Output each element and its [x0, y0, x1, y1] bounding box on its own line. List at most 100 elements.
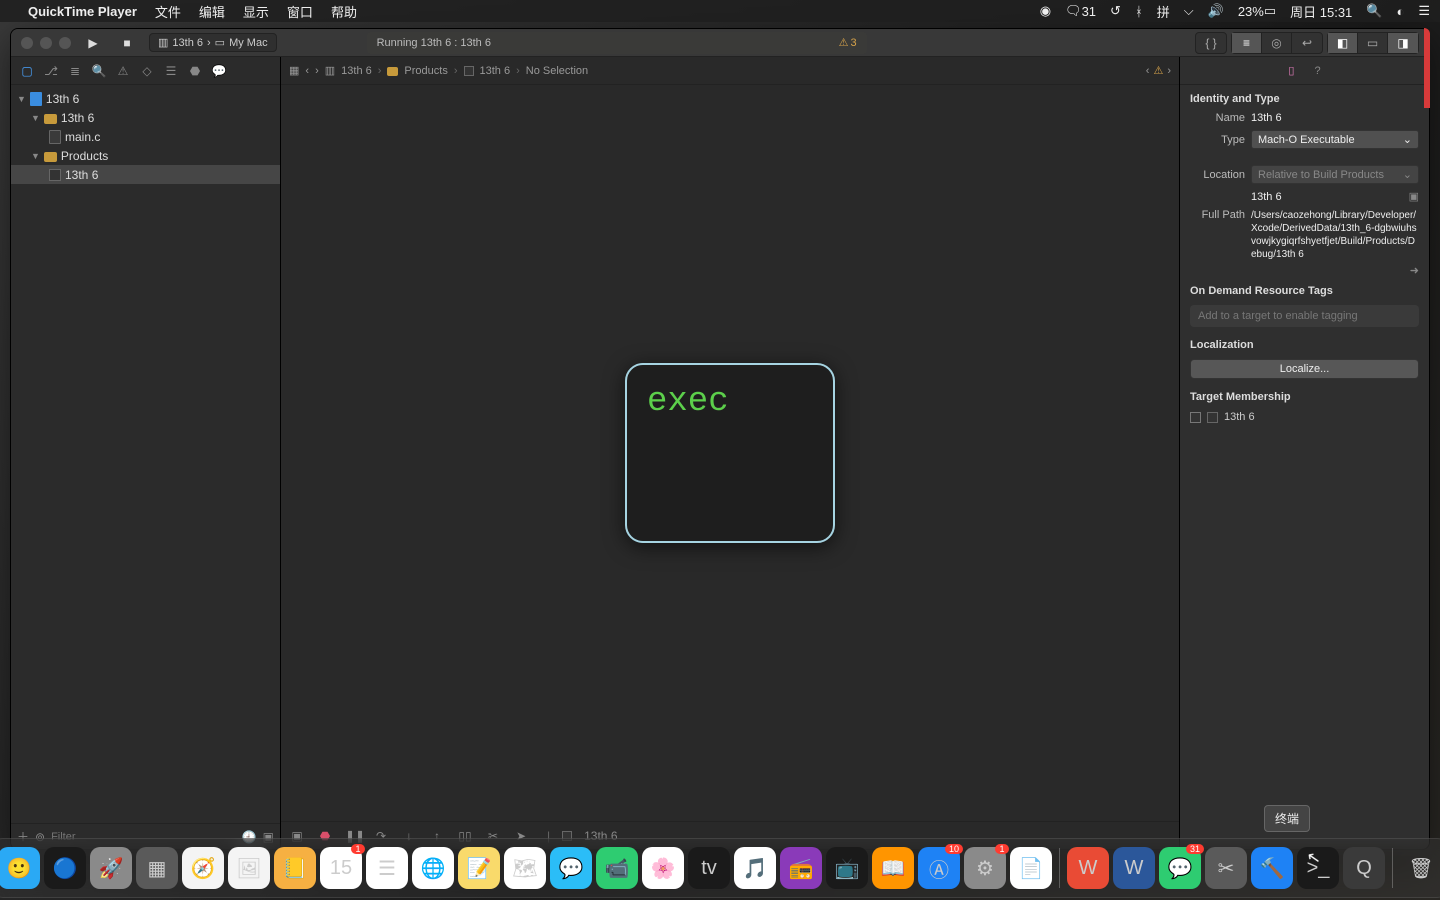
dock-app-facetime[interactable]: 📹: [596, 847, 638, 889]
dock-app-word[interactable]: W: [1113, 847, 1155, 889]
stop-button[interactable]: ■: [115, 33, 139, 53]
standard-editor-button[interactable]: ≡: [1232, 33, 1262, 53]
file-inspector-tab[interactable]: ▯: [1288, 64, 1294, 77]
forward-button[interactable]: ›: [315, 65, 319, 77]
dock-app-photos[interactable]: 🌸: [642, 847, 684, 889]
app-menu[interactable]: QuickTime Player: [28, 4, 137, 19]
help-inspector-tab[interactable]: ?: [1314, 65, 1320, 77]
status-record-icon[interactable]: ◉: [1040, 3, 1051, 19]
dock-app-siri[interactable]: 🔵: [44, 847, 86, 889]
status-battery[interactable]: 23% ▭: [1238, 3, 1276, 19]
run-button[interactable]: ▶: [81, 33, 105, 53]
status-wechat-icon[interactable]: 🗨 31: [1065, 3, 1096, 19]
jump-path-1[interactable]: 13th 6: [341, 65, 372, 77]
prev-issue-button[interactable]: ‹: [1146, 65, 1150, 77]
source-file[interactable]: main.c: [11, 127, 280, 146]
toggle-inspector-button[interactable]: ◨: [1388, 33, 1418, 53]
choose-path-icon[interactable]: ▣: [1409, 190, 1419, 203]
project-navigator-tab[interactable]: ▢: [19, 64, 35, 78]
menu-help[interactable]: 帮助: [331, 2, 357, 21]
jump-path-4[interactable]: No Selection: [526, 65, 588, 77]
related-items-icon[interactable]: ▦: [289, 64, 299, 77]
minimize-icon[interactable]: [40, 37, 52, 49]
breakpoint-navigator-tab[interactable]: ⬣: [187, 64, 203, 78]
dock-app-podcasts[interactable]: 📻: [780, 847, 822, 889]
symbol-navigator-tab[interactable]: ≣: [67, 64, 83, 78]
next-issue-button[interactable]: ›: [1167, 65, 1171, 77]
version-editor-button[interactable]: ↩: [1292, 33, 1322, 53]
dock-app-maps[interactable]: 🗺: [504, 847, 546, 889]
issue-navigator-tab[interactable]: ⚠: [115, 64, 131, 78]
debug-navigator-tab[interactable]: ☰: [163, 64, 179, 78]
jump-path-2[interactable]: Products: [404, 65, 447, 77]
dock-app-notes[interactable]: 📝: [458, 847, 500, 889]
location-select[interactable]: Relative to Build Products ⌄: [1251, 165, 1419, 184]
disclosure-icon[interactable]: ▼: [17, 94, 26, 104]
window-traffic-lights[interactable]: [21, 37, 71, 49]
activity-status[interactable]: Running 13th 6 : 13th 6 ⚠ 3: [367, 32, 867, 54]
dock-app-preview[interactable]: 🖼: [228, 847, 270, 889]
dock-app-screenshot[interactable]: ✂: [1205, 847, 1247, 889]
status-timemachine-icon[interactable]: ↺: [1110, 3, 1121, 19]
name-value[interactable]: 13th 6: [1251, 112, 1419, 124]
dock-app-tv-app[interactable]: 📺: [826, 847, 868, 889]
toggle-navigator-button[interactable]: ◧: [1328, 33, 1358, 53]
dock-app-music[interactable]: 🎵: [734, 847, 776, 889]
menu-file[interactable]: 文件: [155, 2, 181, 21]
status-spotlight-icon[interactable]: 🔍: [1366, 3, 1382, 19]
dock-app-quicktime[interactable]: Q: [1343, 847, 1385, 889]
dock-app-safari[interactable]: 🧭: [182, 847, 224, 889]
disclosure-icon[interactable]: ▼: [31, 151, 40, 161]
scheme-selector[interactable]: ▥ 13th 6 › ▭ My Mac: [149, 33, 277, 52]
dock-app-books-yellow[interactable]: 📒: [274, 847, 316, 889]
dock-app-xcode[interactable]: 🔨: [1251, 847, 1293, 889]
back-button[interactable]: ‹: [305, 65, 309, 77]
localize-button[interactable]: Localize...: [1190, 359, 1419, 379]
dock-app-wechat[interactable]: 💬31: [1159, 847, 1201, 889]
zoom-icon[interactable]: [59, 37, 71, 49]
dock-app-mission-control[interactable]: ▦: [136, 847, 178, 889]
products-folder[interactable]: ▼ Products: [11, 146, 280, 165]
status-volume-icon[interactable]: 🔊: [1208, 3, 1224, 19]
product-executable[interactable]: 13th 6: [11, 165, 280, 184]
jump-path-3[interactable]: 13th 6: [480, 65, 511, 77]
dock-app-reminders[interactable]: ☰: [366, 847, 408, 889]
status-notification-icon[interactable]: ☰: [1418, 3, 1430, 19]
disclosure-icon[interactable]: ▼: [31, 113, 40, 123]
dock-app-appletv[interactable]: tv: [688, 847, 730, 889]
assistant-editor-button[interactable]: ◎: [1262, 33, 1292, 53]
report-navigator-tab[interactable]: 💬: [211, 64, 227, 78]
dock-app-launchpad[interactable]: 🚀: [90, 847, 132, 889]
status-input-icon[interactable]: 拼: [1157, 2, 1170, 21]
project-root[interactable]: ▼ 13th 6: [11, 89, 280, 108]
menu-window[interactable]: 窗口: [287, 2, 313, 21]
find-navigator-tab[interactable]: 🔍: [91, 64, 107, 78]
type-select[interactable]: Mach-O Executable ⌄: [1251, 130, 1419, 149]
dock-app-chrome[interactable]: 🌐: [412, 847, 454, 889]
close-icon[interactable]: [21, 37, 33, 49]
target-membership-row[interactable]: 13th 6: [1180, 407, 1429, 427]
dock-app-wps[interactable]: W: [1067, 847, 1109, 889]
test-navigator-tab[interactable]: ◇: [139, 64, 155, 78]
menu-view[interactable]: 显示: [243, 2, 269, 21]
status-bluetooth-icon[interactable]: ᚼ: [1135, 4, 1143, 19]
dock-app-appstore[interactable]: Ⓐ10: [918, 847, 960, 889]
menu-edit[interactable]: 编辑: [199, 2, 225, 21]
dock-app-ibooks[interactable]: 📖: [872, 847, 914, 889]
source-control-tab[interactable]: ⎇: [43, 64, 59, 78]
dock-app-settings[interactable]: ⚙1: [964, 847, 1006, 889]
dock-app-finder[interactable]: 🙂: [0, 847, 40, 889]
dock-app-calendar[interactable]: 151: [320, 847, 362, 889]
library-button[interactable]: { }: [1196, 33, 1226, 53]
reveal-in-finder-icon[interactable]: ➜: [1410, 265, 1419, 277]
group-folder[interactable]: ▼ 13th 6: [11, 108, 280, 127]
status-wifi-icon[interactable]: ⌵: [1184, 3, 1194, 19]
status-datetime[interactable]: 周日 15:31: [1290, 2, 1352, 21]
toggle-debug-button[interactable]: ▭: [1358, 33, 1388, 53]
issue-warning-icon[interactable]: ⚠: [1153, 64, 1163, 77]
status-siri-icon[interactable]: ◐: [1396, 4, 1404, 19]
dock-app-trash[interactable]: 🗑: [1400, 847, 1440, 889]
dock-app-pages[interactable]: 📄: [1010, 847, 1052, 889]
warning-indicator[interactable]: ⚠ 3: [839, 36, 857, 49]
dock-app-messages[interactable]: 💬: [550, 847, 592, 889]
